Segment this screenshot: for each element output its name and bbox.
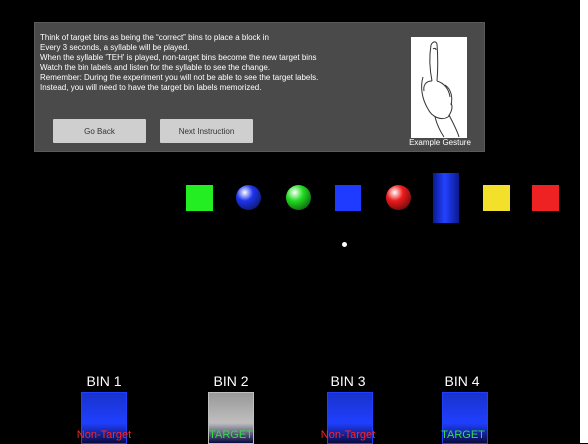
example-gesture-image [411, 37, 467, 138]
bin-2-status: TARGET [209, 429, 253, 441]
bin-4-label: BIN 4 [444, 373, 480, 389]
go-back-button[interactable]: Go Back [53, 119, 146, 143]
right-edge-strip [580, 0, 588, 443]
instruction-panel: Think of target bins as being the “corre… [34, 22, 485, 152]
instruction-line: Watch the bin labels and listen for the … [40, 63, 271, 72]
blue-cube-block[interactable] [335, 185, 361, 211]
instruction-line: Remember: During the experiment you will… [40, 73, 319, 82]
green-cube-block[interactable] [186, 185, 213, 211]
next-instruction-button[interactable]: Next Instruction [160, 119, 253, 143]
green-sphere-block[interactable] [286, 185, 311, 210]
red-cube-block[interactable] [532, 185, 559, 211]
instruction-line: Think of target bins as being the “corre… [40, 33, 270, 42]
instruction-line: Every 3 seconds, a syllable will be play… [40, 43, 190, 52]
instruction-line: When the syllable 'TEH' is played, non-t… [40, 53, 317, 62]
blue-cylinder-block[interactable] [433, 173, 459, 223]
red-sphere-block[interactable] [386, 185, 411, 210]
bin-1-label: BIN 1 [86, 373, 122, 389]
bin-3-label: BIN 3 [330, 373, 366, 389]
bin-3-status: Non-Target [320, 429, 376, 441]
blue-sphere-block[interactable] [236, 185, 261, 210]
cursor-dot [342, 242, 347, 247]
bin-2-label: BIN 2 [213, 373, 249, 389]
gesture-caption: Example Gesture [409, 138, 471, 147]
instruction-line: Instead, you will need to have the targe… [40, 83, 262, 92]
bin-1-status: Non-Target [76, 429, 132, 441]
instruction-text: Think of target bins as being the “corre… [40, 33, 420, 93]
bin-4-status: TARGET [441, 429, 485, 441]
yellow-cube-block[interactable] [483, 185, 510, 211]
